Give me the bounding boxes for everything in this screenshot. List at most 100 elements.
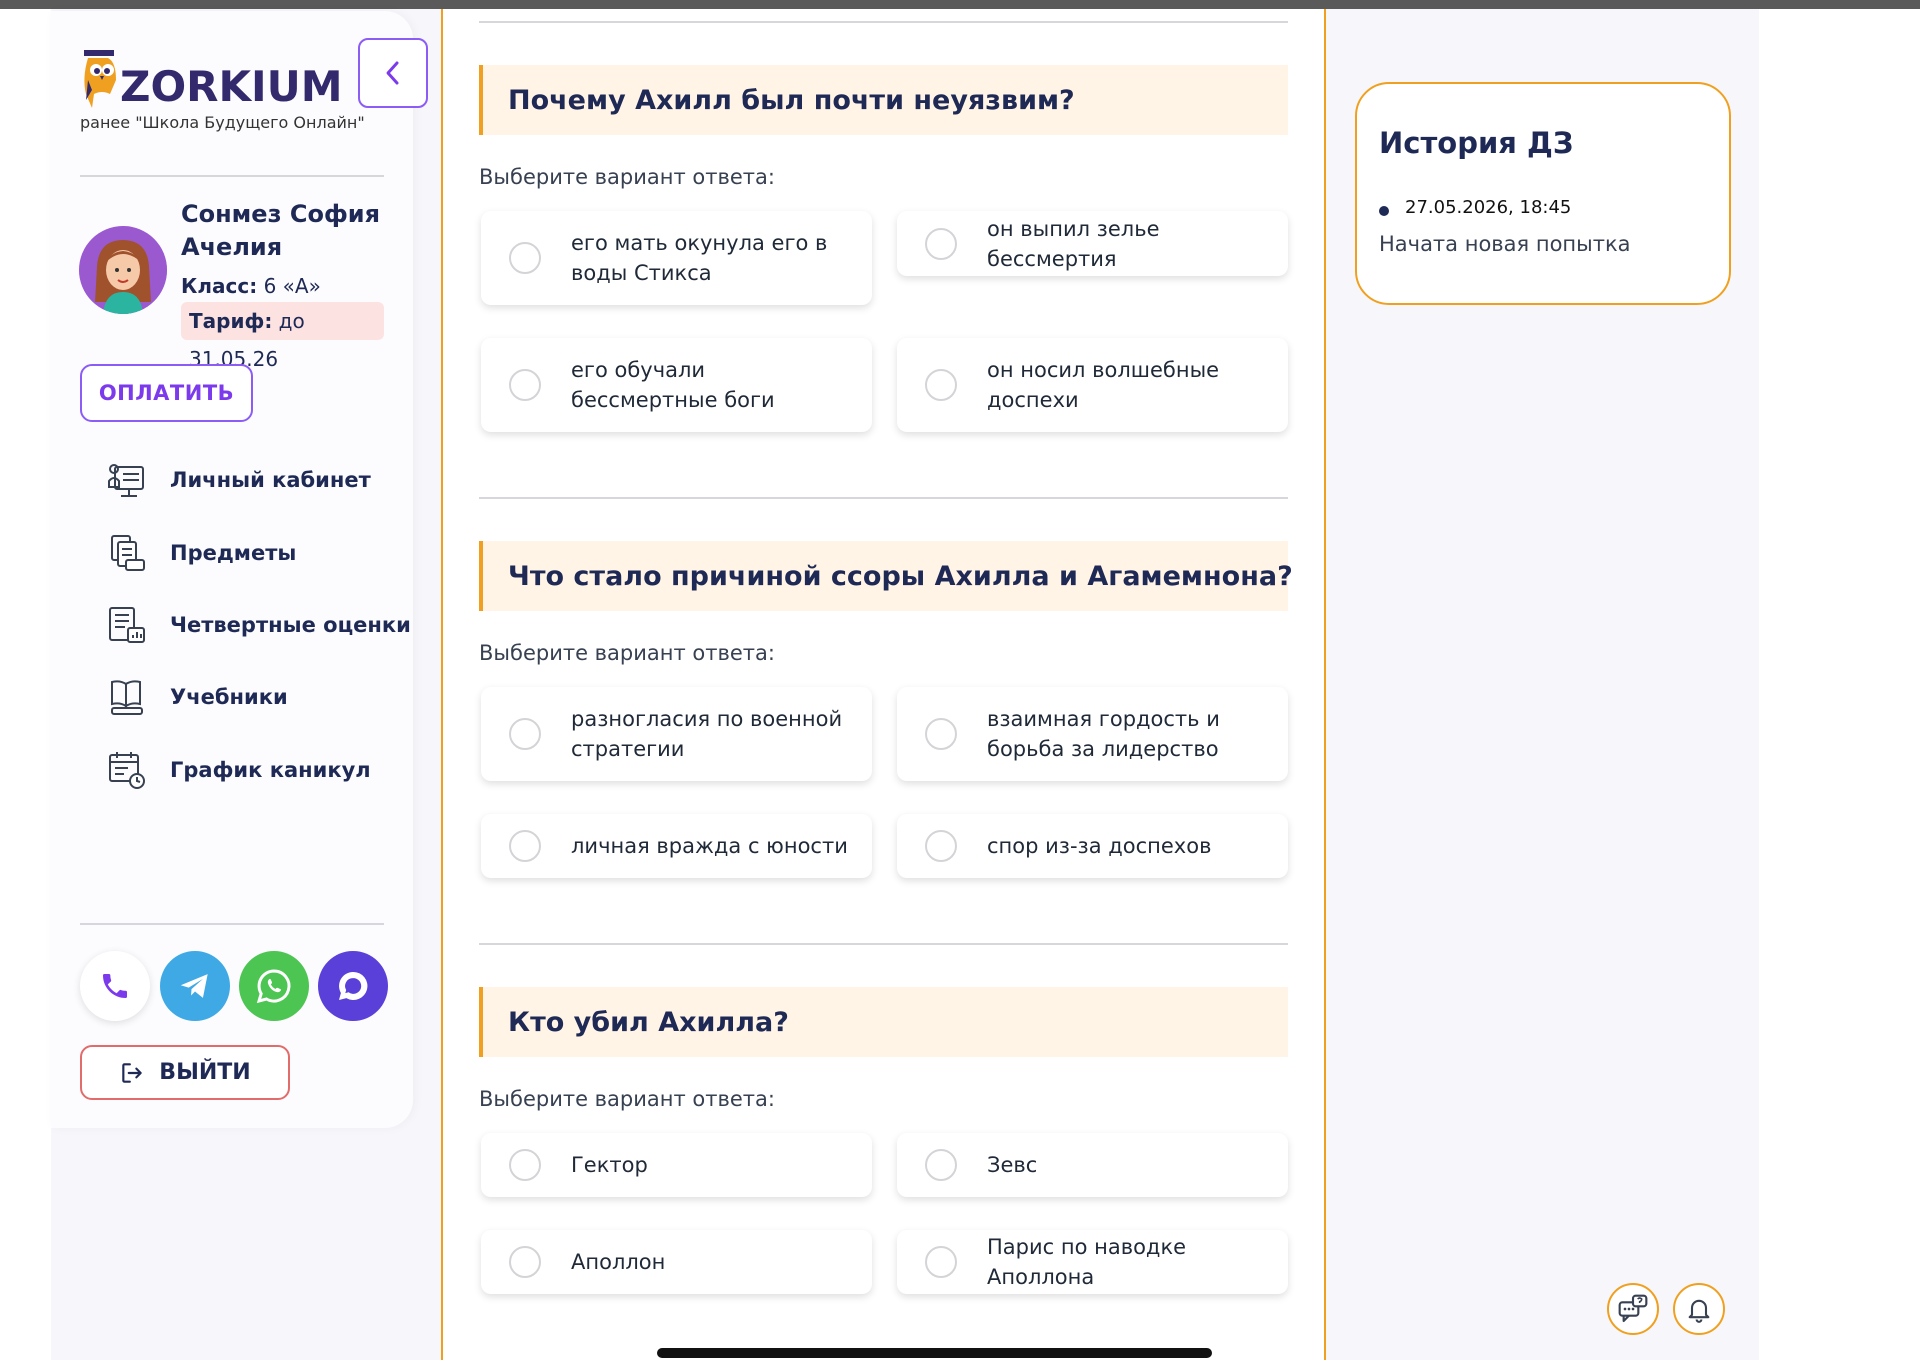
history-entry-date: 27.05.2026, 18:45 [1405,197,1572,218]
logout-button[interactable]: ВЫЙТИ [80,1045,290,1100]
support-chat-button[interactable] [1607,1283,1659,1335]
sidebar-item-label: Личный кабинет [170,468,371,492]
radio-button[interactable] [925,1149,957,1181]
tariff-label: Тариф: [189,309,273,333]
chevron-left-icon [386,61,399,85]
whatsapp-button[interactable] [239,951,309,1021]
answer-option-label: разногласия по военной стратегии [571,707,843,761]
radio-button[interactable] [509,369,541,401]
question-header: Кто убил Ахилла? [479,987,1288,1057]
answer-option-label: его мать окунула его в воды Стикса [571,231,828,285]
avatar[interactable] [79,226,167,314]
answer-option[interactable]: Парис по наводке Аполлона [897,1230,1288,1294]
sidebar-divider [80,923,384,925]
answer-option[interactable]: разногласия по военной стратегии [481,687,872,781]
radio-button[interactable] [509,1246,541,1278]
collapse-sidebar-button[interactable] [358,38,428,108]
homework-history-card: История ДЗ 27.05.2026, 18:45 Начата нова… [1355,82,1731,305]
bell-icon [1688,1299,1710,1323]
answer-option[interactable]: взаимная гордость и борьба за лидерство [897,687,1288,781]
owl-logo-icon [84,50,116,108]
answer-option-label: Аполлон [571,1250,666,1274]
answer-option[interactable]: он выпил зелье бессмертия [897,211,1288,276]
sidebar-item-label: Предметы [170,541,297,565]
answer-option-label: личная вражда с юности [571,834,848,858]
sidebar-item-label: Учебники [170,685,288,709]
phone-icon [103,974,127,998]
brand-logo[interactable]: ZORKIUM ранее "Школа Будущего Онлайн" [80,50,365,140]
answer-option-label: спор из-за доспехов [987,834,1212,858]
question-header: Почему Ахилл был почти неуязвим? [479,65,1288,135]
class-value: 6 «А» [263,274,321,298]
radio-button[interactable] [925,227,957,260]
answer-option-label: он выпил зелье бессмертия [987,216,1160,271]
question-title: Что стало причиной ссоры Ахилла и Агамем… [508,560,1293,592]
sidebar-item-holidays[interactable]: График каникул [106,744,396,796]
answer-option[interactable]: его мать окунула его в воды Стикса [481,211,872,305]
radio-button[interactable] [509,1149,541,1181]
chat-button[interactable] [318,951,388,1021]
logo-subtitle: ранее "Школа Будущего Онлайн" [80,113,365,132]
sidebar-item-subjects[interactable]: Предметы [106,527,396,579]
radio-button[interactable] [925,718,957,750]
question-header: Что стало причиной ссоры Ахилла и Агамем… [479,541,1293,611]
user-avatar-icon [79,226,167,314]
radio-button[interactable] [925,830,957,862]
answer-option-label: он носил волшебные доспехи [987,358,1220,412]
question-divider [479,21,1288,23]
question-title: Кто убил Ахилла? [508,1006,789,1038]
user-name: Сонмез София Ачелия [181,200,381,261]
answer-option[interactable]: он носил волшебные доспехи [897,338,1288,432]
answer-option-label: Гектор [571,1153,648,1177]
question-hint: Выберите вариант ответа: [479,1087,775,1111]
answer-option-label: его обучали бессмертные боги [571,358,775,412]
answer-option[interactable]: Гектор [481,1133,872,1197]
answer-option[interactable]: спор из-за доспехов [897,814,1288,878]
grades-icon [109,607,145,643]
sidebar-item-textbooks[interactable]: Учебники [106,671,396,723]
sidebar-divider [80,175,384,177]
history-bullet [1379,206,1389,216]
answer-option[interactable]: его обучали бессмертные боги [481,338,872,432]
sidebar-item-label: График каникул [170,758,371,782]
user-class: Класс: 6 «А» [181,274,321,298]
sidebar-item-grades[interactable]: Четвертные оценки [106,599,411,651]
whatsapp-icon [256,969,291,1004]
question-hint: Выберите вариант ответа: [479,641,775,665]
answer-option[interactable]: личная вражда с юности [481,814,872,878]
calendar-icon [109,752,145,789]
answer-option[interactable]: Зевс [897,1133,1288,1197]
logout-label: ВЫЙТИ [159,1060,251,1085]
radio-button[interactable] [925,369,957,401]
chat-icon [339,971,368,1000]
question-title: Почему Ахилл был почти неуязвим? [508,84,1075,116]
history-entry-status: Начата новая попытка [1379,232,1631,256]
sidebar-item-label: Четвертные оценки [170,613,411,637]
radio-button[interactable] [925,1246,957,1278]
book-icon [111,680,143,715]
radio-button[interactable] [509,242,541,274]
answer-option-label: взаимная гордость и борьба за лидерство [987,707,1220,761]
history-title: История ДЗ [1379,126,1574,160]
notifications-button[interactable] [1673,1283,1725,1335]
pay-button[interactable]: ОПЛАТИТЬ [80,364,253,422]
question-hint: Выберите вариант ответа: [479,165,775,189]
logo-wordmark: ZORKIUM [120,62,343,111]
radio-button[interactable] [509,718,541,750]
home-indicator[interactable] [657,1348,1212,1358]
answer-option-label: Парис по наводке Аполлона [987,1235,1187,1289]
question-divider [479,497,1288,499]
top-status-bar [0,0,1920,9]
radio-button[interactable] [509,830,541,862]
sidebar-item-dashboard[interactable]: Личный кабинет [106,454,396,506]
tariff-badge: Тариф: до 31.05.26 [181,302,384,371]
phone-button[interactable] [80,951,150,1021]
dashboard-icon [108,464,144,497]
answer-option-label: Зевс [987,1153,1038,1177]
telegram-icon [180,974,208,998]
class-label: Класс: [181,274,258,298]
answer-option[interactable]: Аполлон [481,1230,872,1294]
telegram-button[interactable] [160,951,230,1021]
help-chat-icon [1618,1294,1648,1323]
logout-icon [122,1062,143,1083]
